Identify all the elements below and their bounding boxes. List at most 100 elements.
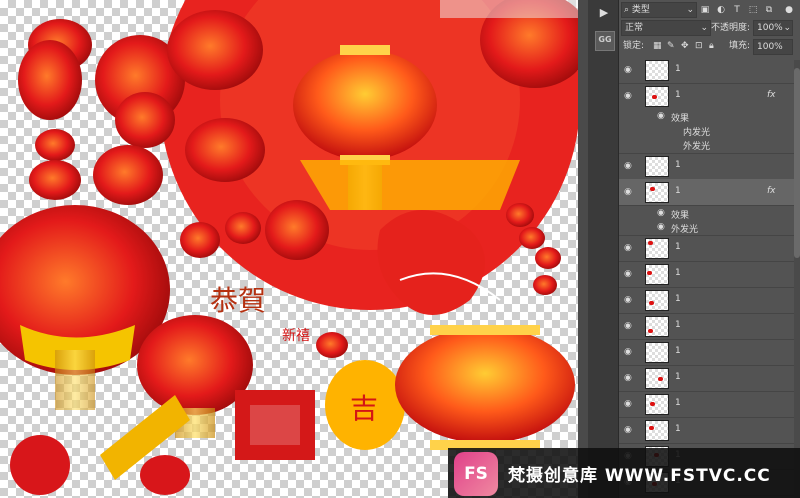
canvas[interactable]: 恭賀 新禧 吉 bbox=[0, 0, 578, 498]
filter-toggle-icon[interactable]: ● bbox=[783, 4, 795, 16]
layer-name: 1 bbox=[675, 90, 681, 100]
panel-gap bbox=[578, 0, 588, 498]
layer-name: 1 bbox=[675, 320, 681, 330]
eye-icon[interactable]: ◉ bbox=[624, 65, 634, 75]
eye-icon[interactable]: ◉ bbox=[657, 111, 665, 121]
layer-name: 1 bbox=[675, 424, 681, 434]
fx-icon[interactable]: fx bbox=[767, 90, 776, 100]
layer-effects: ◉ 效果 ◉ 外发光 bbox=[619, 205, 794, 236]
blend-mode-select[interactable]: 正常 ⌄ bbox=[621, 20, 711, 36]
eye-icon[interactable]: ◉ bbox=[624, 347, 634, 357]
eye-icon[interactable]: ◉ bbox=[657, 208, 665, 218]
effects-label: 效果 bbox=[671, 114, 690, 124]
layer-name: 1 bbox=[675, 398, 681, 408]
filter-pixel-icon[interactable]: ▣ bbox=[699, 4, 711, 16]
layer-row[interactable]: ◉ 1 bbox=[619, 57, 794, 84]
layer-row[interactable]: ◉ 1 bbox=[619, 339, 794, 366]
filter-smart-object-icon[interactable]: ⧉ bbox=[763, 4, 775, 16]
play-icon[interactable]: ▶ bbox=[595, 4, 613, 22]
eye-icon[interactable]: ◉ bbox=[657, 222, 665, 232]
layer-thumbnail bbox=[645, 316, 669, 337]
opacity-input[interactable]: 100% ⌄ bbox=[753, 20, 793, 36]
layers-list: ◉ 1 ◉ 1 fx ◉ 效果 内发光 外发光 ◉ 1 ◉ 1 fx ◉ 效果 … bbox=[619, 57, 794, 498]
fx-icon[interactable]: fx bbox=[767, 186, 776, 196]
layers-scrollbar[interactable] bbox=[794, 60, 800, 498]
filter-adjustment-icon[interactable]: ◐ bbox=[715, 4, 727, 16]
watermark-banner: FS 梵摄创意库 WWW.FSTVC.CC bbox=[448, 448, 800, 498]
gg-button[interactable]: GG bbox=[595, 31, 615, 51]
svg-text:吉: 吉 bbox=[350, 392, 378, 425]
watermark-logo: FS bbox=[454, 452, 498, 496]
layer-name: 1 bbox=[675, 294, 681, 304]
outer-glow-label: 外发光 bbox=[683, 142, 711, 152]
lock-transparent-icon[interactable]: ▦ bbox=[653, 38, 662, 54]
fill-value: 100% bbox=[757, 42, 783, 52]
layer-row[interactable]: ◉ 1 bbox=[619, 235, 794, 262]
layer-thumbnail bbox=[645, 420, 669, 441]
eye-icon[interactable]: ◉ bbox=[624, 187, 634, 197]
layer-name: 1 bbox=[675, 372, 681, 382]
eye-icon[interactable]: ◉ bbox=[624, 399, 634, 409]
lock-row: 锁定: ▦ ✎ ✥ ⊡ 🔒︎ 填充: 100% bbox=[619, 38, 800, 55]
layer-row-selected[interactable]: ◉ 1 fx bbox=[619, 179, 794, 206]
kind-filter-select[interactable]: ⌕ 类型 ⌄ bbox=[621, 2, 697, 18]
eye-icon[interactable]: ◉ bbox=[624, 373, 634, 383]
layer-thumbnail bbox=[645, 238, 669, 259]
search-icon: ⌕ bbox=[624, 5, 630, 15]
chevron-down-icon: ⌄ bbox=[700, 23, 708, 33]
panel-dock-strip: ▶ GG bbox=[588, 0, 619, 498]
layer-row[interactable]: ◉ 1 fx ◉ 效果 内发光 外发光 bbox=[619, 83, 794, 154]
lock-label: 锁定: bbox=[623, 41, 645, 51]
fill-input[interactable]: 100% bbox=[753, 39, 793, 55]
inner-glow-label: 内发光 bbox=[683, 128, 711, 138]
eye-icon[interactable]: ◉ bbox=[624, 243, 634, 253]
opacity-label: 不透明度: bbox=[711, 23, 751, 33]
lantern-artwork: 恭賀 新禧 吉 bbox=[0, 0, 578, 495]
layer-row[interactable]: ◉ 1 bbox=[619, 313, 794, 340]
svg-text:新禧: 新禧 bbox=[282, 328, 310, 344]
filter-type-icon[interactable]: T bbox=[731, 4, 743, 16]
layer-name: 1 bbox=[675, 160, 681, 170]
layer-row[interactable]: ◉ 1 bbox=[619, 365, 794, 392]
effects-label: 效果 bbox=[671, 211, 690, 221]
layers-panel: ⌕ 类型 ⌄ ▣ ◐ T ⬚ ⧉ ● 正常 ⌄ 不透明度: 100% ⌄ 锁定:… bbox=[619, 0, 800, 498]
layer-thumbnail bbox=[645, 394, 669, 415]
layer-thumbnail bbox=[645, 368, 669, 389]
scrollbar-thumb[interactable] bbox=[794, 68, 800, 258]
lock-all-icon[interactable]: 🔒︎ bbox=[709, 38, 714, 54]
filter-shape-icon[interactable]: ⬚ bbox=[747, 4, 759, 16]
svg-text:恭賀: 恭賀 bbox=[210, 284, 266, 317]
lock-artboard-icon[interactable]: ⊡ bbox=[695, 38, 703, 54]
layers-panel-header: ⌕ 类型 ⌄ ▣ ◐ T ⬚ ⧉ ● 正常 ⌄ 不透明度: 100% ⌄ bbox=[619, 0, 800, 36]
lock-position-icon[interactable]: ✥ bbox=[681, 38, 689, 54]
layer-name: 1 bbox=[675, 268, 681, 278]
layer-name: 1 bbox=[675, 242, 681, 252]
eye-icon[interactable]: ◉ bbox=[624, 161, 634, 171]
layer-row[interactable]: ◉ 1 bbox=[619, 287, 794, 314]
chevron-down-icon: ⌄ bbox=[686, 5, 694, 15]
layer-thumbnail bbox=[645, 86, 669, 107]
layer-name: 1 bbox=[675, 64, 681, 74]
layer-thumbnail bbox=[645, 60, 669, 81]
layer-name: 1 bbox=[675, 186, 681, 196]
eye-icon[interactable]: ◉ bbox=[624, 269, 634, 279]
layer-row[interactable]: ◉ 1 bbox=[619, 153, 794, 180]
layer-row[interactable]: ◉ 1 bbox=[619, 391, 794, 418]
lock-paint-icon[interactable]: ✎ bbox=[667, 38, 675, 54]
layer-thumbnail bbox=[645, 182, 669, 203]
layer-thumbnail bbox=[645, 290, 669, 311]
opacity-value: 100% bbox=[757, 23, 783, 33]
eye-icon[interactable]: ◉ bbox=[624, 91, 634, 101]
layer-thumbnail bbox=[645, 264, 669, 285]
fill-label: 填充: bbox=[729, 41, 751, 51]
layer-row[interactable]: ◉ 1 bbox=[619, 417, 794, 444]
blend-mode-value: 正常 bbox=[625, 23, 644, 33]
eye-icon[interactable]: ◉ bbox=[624, 425, 634, 435]
layer-name: 1 bbox=[675, 346, 681, 356]
eye-icon[interactable]: ◉ bbox=[624, 321, 634, 331]
layer-row[interactable]: ◉ 1 bbox=[619, 261, 794, 288]
outer-glow-label: 外发光 bbox=[671, 225, 699, 235]
eye-icon[interactable]: ◉ bbox=[624, 295, 634, 305]
watermark-text: 梵摄创意库 WWW.FSTVC.CC bbox=[508, 466, 771, 486]
kind-filter-label: 类型 bbox=[631, 5, 650, 15]
